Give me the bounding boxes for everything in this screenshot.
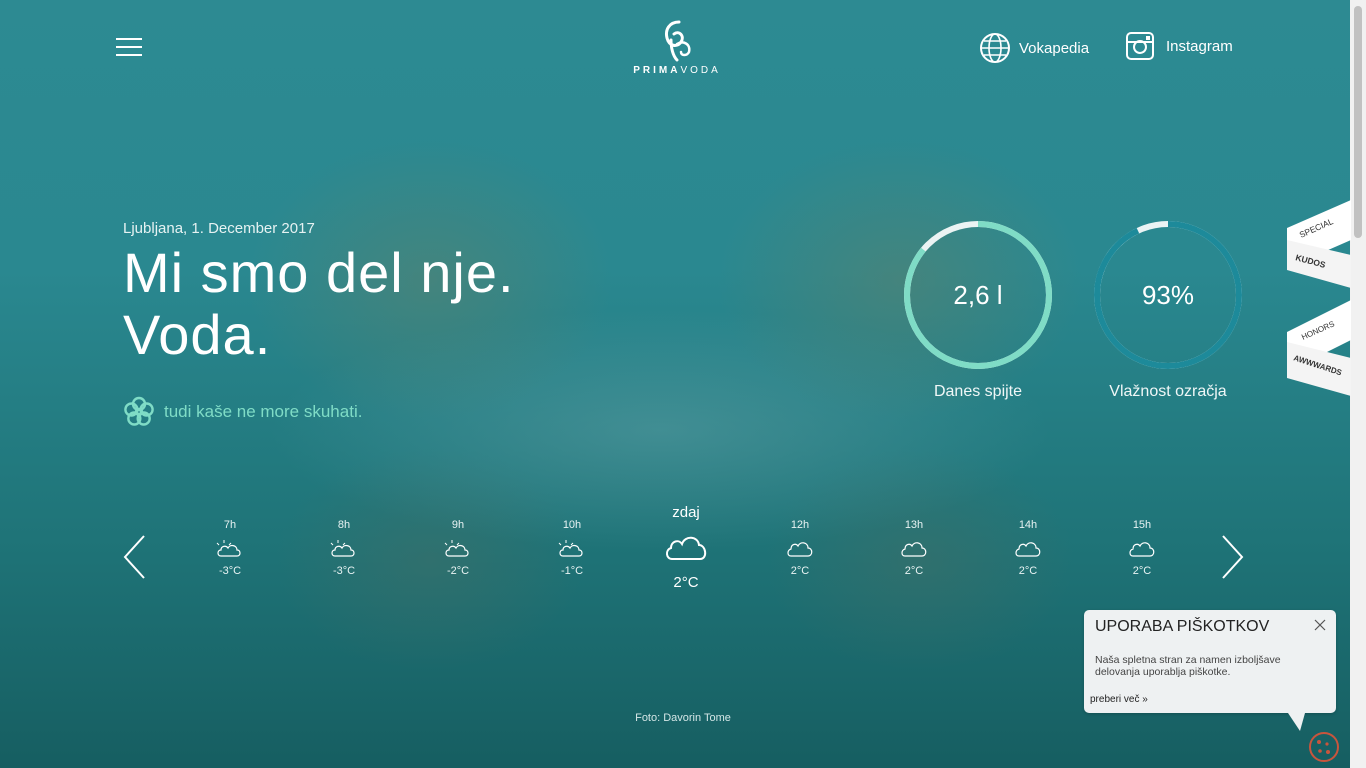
close-icon[interactable]	[1314, 619, 1326, 631]
forecast-hour-temp: -2°C	[446, 565, 470, 577]
forecast-hour-temp: 2°C	[790, 565, 810, 577]
forecast-now: zdaj 2°C	[646, 504, 726, 591]
humidity-caption: Vlažnost ozračja	[1109, 383, 1227, 400]
page-scrollbar[interactable]	[1350, 0, 1366, 768]
hamburger-icon-bar	[116, 38, 142, 40]
cloud-icon	[901, 542, 927, 557]
cookie-notice-title: UPORABA PIŠKOTKOV	[1095, 618, 1270, 635]
forecast-hour-time: 7h	[223, 519, 237, 531]
water-intake-caption: Danes spijte	[933, 383, 1023, 400]
location-date: Ljubljana, 1. December 2017	[123, 220, 315, 237]
award-badges[interactable]: SPECIAL KUDOS HONORS AWWWARDS	[1287, 200, 1351, 400]
forecast-hour-temp: -1°C	[560, 565, 584, 577]
hamburger-icon-bar	[116, 46, 142, 48]
cloud-icon	[666, 536, 707, 560]
forecast-hour-temp: 2°C	[1018, 565, 1038, 577]
partly-cloudy-icon	[558, 540, 583, 557]
hamburger-icon-bar	[116, 54, 142, 56]
forecast-hour: 9h -2°C	[428, 519, 488, 577]
forecast-hour-time: 8h	[337, 519, 351, 531]
partly-cloudy-icon	[444, 540, 469, 557]
forecast-prev-arrow[interactable]	[122, 534, 148, 580]
cloud-icon	[1015, 542, 1041, 557]
humidity-value: 93%	[1141, 280, 1195, 310]
cloud-icon	[787, 542, 813, 557]
headline-line-2: Voda.	[123, 303, 272, 366]
cookie-read-more-link[interactable]: preberi več »	[1090, 694, 1148, 705]
instagram-link[interactable]: Instagram	[1126, 32, 1233, 60]
menu-button[interactable]	[116, 38, 142, 58]
forecast-now-time: zdaj	[672, 504, 700, 521]
forecast-hour-time: 13h	[904, 519, 924, 531]
scrollbar-thumb[interactable]	[1354, 6, 1362, 238]
forecast-hour: 14h 2°C	[998, 519, 1058, 577]
water-intake-gauge: 2,6 l	[898, 215, 1058, 375]
forecast-hour: 7h -3°C	[200, 519, 260, 577]
forecast-hour: 10h -1°C	[542, 519, 602, 577]
forecast-hour: 8h -3°C	[314, 519, 374, 577]
cookie-notice: UPORABA PIŠKOTKOV Naša spletna stran za …	[1084, 610, 1336, 731]
photo-credit: Foto: Davorin Tome	[635, 712, 731, 724]
logo-mark-icon	[665, 20, 691, 62]
forecast-hour-temp: -3°C	[218, 565, 242, 577]
forecast-hour-time: 15h	[1132, 519, 1152, 531]
tagline-text: tudi kaše ne more skuhati.	[164, 402, 363, 421]
cookie-icon[interactable]	[1308, 731, 1340, 763]
headline: Mi smo del nje. Voda.	[123, 242, 515, 366]
forecast-hour-temp: -3°C	[332, 565, 356, 577]
forecast-hour: 15h 2°C	[1112, 519, 1172, 577]
cookie-notice-tail	[1288, 713, 1305, 731]
cloud-icon	[1129, 542, 1155, 557]
headline-line-1: Mi smo del nje.	[123, 241, 515, 304]
globe-icon	[980, 33, 1010, 63]
instagram-label: Instagram	[1166, 37, 1233, 55]
forecast-hour-time: 14h	[1018, 519, 1038, 531]
flower-icon	[124, 396, 154, 426]
instagram-icon	[1126, 32, 1154, 60]
partly-cloudy-icon	[330, 540, 355, 557]
logo[interactable]: PRIMAVODA	[625, 18, 729, 78]
partly-cloudy-icon	[216, 540, 241, 557]
forecast-hour-temp: 2°C	[1132, 565, 1152, 577]
forecast-hour-temp: 2°C	[904, 565, 924, 577]
vokapedia-label: Vokapedia	[1019, 39, 1090, 57]
cookie-notice-text: Naša spletna stran za namen izboljšave d…	[1095, 654, 1281, 678]
forecast-hour: 13h 2°C	[884, 519, 944, 577]
awwwards-ribbon-icon: SPECIAL KUDOS HONORS AWWWARDS	[1287, 200, 1351, 396]
logo-wordmark: PRIMAVODA	[633, 65, 721, 76]
forecast-hour-time: 12h	[790, 519, 810, 531]
tagline[interactable]: tudi kaše ne more skuhati.	[123, 396, 362, 428]
forecast-hour-time: 9h	[451, 519, 465, 531]
humidity-gauge: 93%	[1088, 215, 1248, 375]
forecast-now-temp: 2°C	[673, 574, 699, 591]
water-intake-value: 2,6 l	[953, 280, 1003, 310]
forecast-hour: 12h 2°C	[770, 519, 830, 577]
forecast-hour-time: 10h	[562, 519, 582, 531]
forecast-next-arrow[interactable]	[1219, 534, 1245, 580]
vokapedia-link[interactable]: Vokapedia	[979, 32, 1089, 64]
